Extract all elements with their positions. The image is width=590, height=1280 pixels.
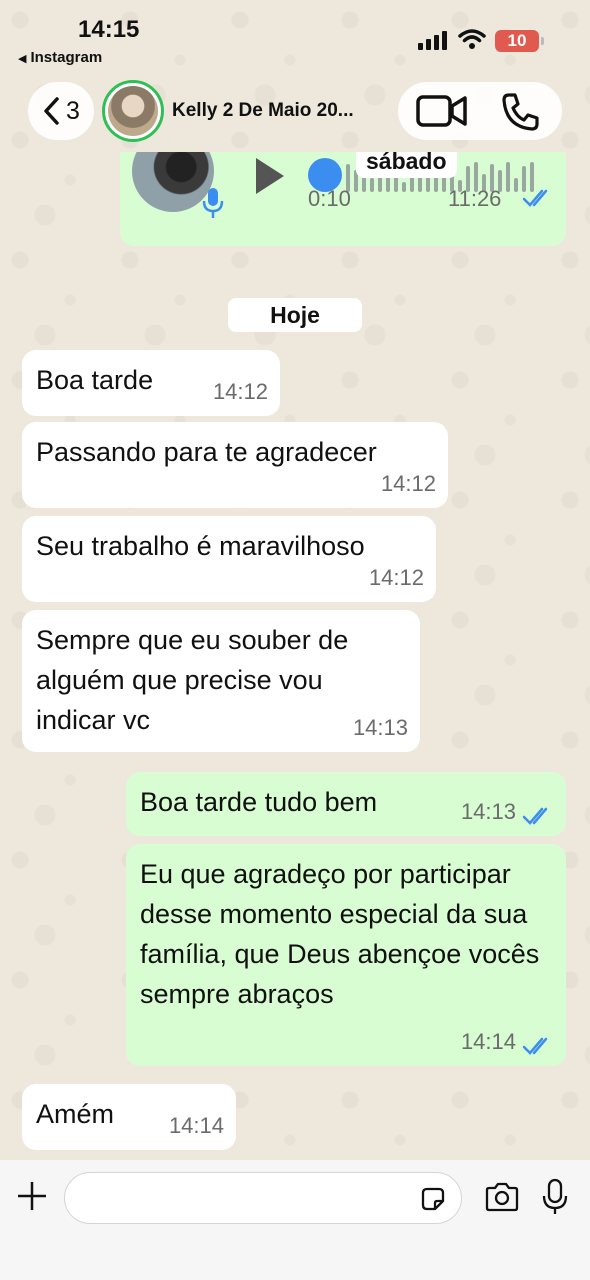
read-ticks-icon [522,807,548,825]
play-icon[interactable] [256,158,284,194]
message-incoming[interactable]: Passando para te agradecer 14:12 [22,422,448,508]
phone-call-icon[interactable] [500,92,540,132]
message-time: 14:12 [380,471,436,496]
message-text: Seu trabalho é maravilhoso [36,531,365,561]
message-text: Amém [36,1099,115,1129]
message-list[interactable]: sábado 0:10 11:26 Hoje Boa tarde 14:12 P… [0,152,590,1158]
message-text: Boa tarde [36,365,154,395]
back-app-label: Instagram [30,49,103,66]
back-button[interactable]: 3 [28,82,94,140]
message-time: 14:14 [168,1113,224,1138]
message-time: 14:13 [460,799,516,824]
sticker-icon[interactable] [419,1185,447,1213]
read-ticks-icon [522,189,548,207]
voice-message[interactable]: sábado 0:10 11:26 [120,152,566,246]
battery-indicator: 10 [495,30,544,52]
back-to-app-link[interactable]: ◀ Instagram [18,49,102,66]
contact-name[interactable]: Kelly 2 De Maio 20... [172,100,354,122]
message-outgoing[interactable]: Boa tarde tudo bem 14:13 [126,772,566,836]
avatar-image [108,86,158,136]
message-incoming[interactable]: Amém 14:14 [22,1084,236,1150]
camera-icon[interactable] [484,1182,520,1212]
message-text: Passando para te agradecer [36,437,377,467]
message-text: Boa tarde tudo bem [140,787,378,817]
chat-header: 3 Kelly 2 De Maio 20... [0,72,590,152]
message-outgoing[interactable]: Eu que agradeço por participar desse mom… [126,844,566,1066]
call-actions [398,82,562,140]
status-bar: 14:15 ◀ Instagram 10 [0,0,590,70]
read-ticks-icon [522,1037,548,1055]
date-divider-today: Hoje [228,298,362,332]
message-text: Eu que agradeço por participar desse mom… [140,859,540,1009]
message-time: 14:13 [352,715,408,740]
message-input[interactable] [64,1172,462,1224]
back-triangle-icon: ◀ [18,53,27,65]
wifi-icon [458,29,486,49]
message-incoming[interactable]: Sempre que eu souber de alguém que preci… [22,610,420,752]
contact-avatar[interactable] [102,80,164,142]
mic-badge-icon [202,188,224,218]
message-incoming[interactable]: Seu trabalho é maravilhoso 14:12 [22,516,436,602]
message-time: 14:12 [212,379,268,404]
unread-count: 3 [66,96,80,125]
cellular-signal-icon [418,30,448,50]
chevron-left-icon [44,97,59,125]
message-incoming[interactable]: Boa tarde 14:12 [22,350,280,416]
message-time: 11:26 [448,186,502,211]
microphone-icon[interactable] [542,1178,568,1216]
plus-icon[interactable] [16,1180,48,1212]
date-divider-saturday: sábado [356,152,457,178]
message-text: Sempre que eu souber de alguém que preci… [36,625,349,735]
message-time: 14:14 [460,1029,516,1054]
voice-duration: 0:10 [308,186,351,211]
video-call-icon[interactable] [416,94,468,128]
message-time: 14:12 [368,565,424,590]
composer-bar [0,1160,590,1280]
status-time: 14:15 [78,16,140,43]
